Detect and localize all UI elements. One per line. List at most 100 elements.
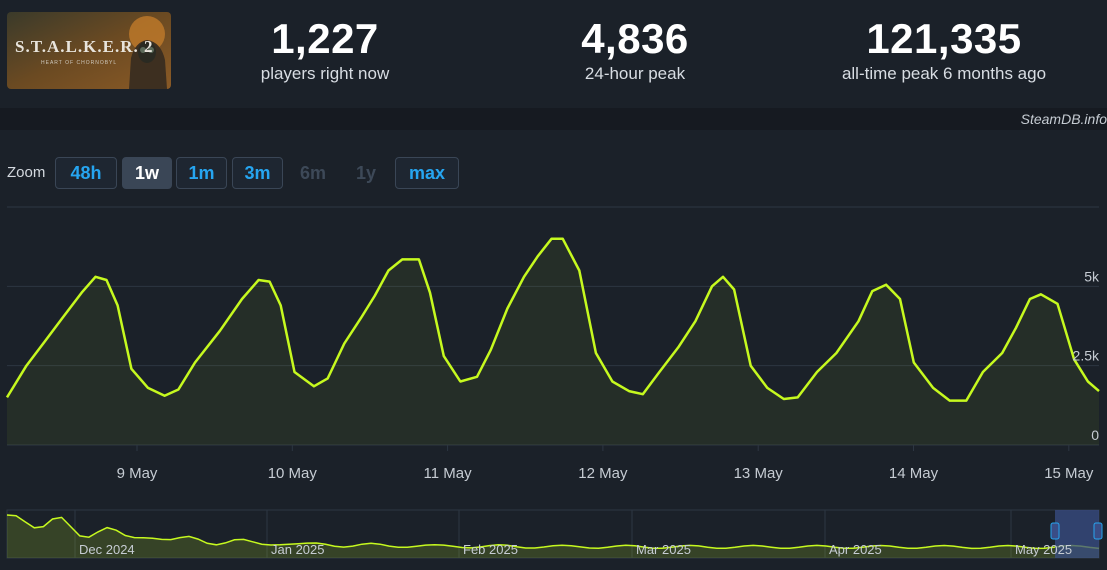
stats-header: S.T.A.L.K.E.R. 2 HEART OF CHORNOBYL 1,22… bbox=[0, 0, 1107, 104]
stat-label: players right now bbox=[260, 64, 390, 83]
data-point bbox=[417, 257, 421, 261]
zoom-max-button[interactable]: max bbox=[395, 157, 459, 189]
data-point bbox=[442, 354, 446, 358]
data-point bbox=[1097, 389, 1101, 393]
data-point bbox=[536, 254, 540, 258]
data-point bbox=[400, 257, 404, 261]
data-point bbox=[931, 386, 935, 390]
player-count-chart[interactable]: 0 2.5k 5k 9 May 10 May 11 May 12 May 13 May 14 … bbox=[0, 195, 1107, 490]
data-point bbox=[1086, 380, 1090, 384]
data-point bbox=[577, 269, 581, 273]
y-tick-label: 2.5k bbox=[1073, 348, 1100, 364]
x-tick-label: 11 May bbox=[424, 465, 473, 482]
stat-value: 121,335 bbox=[866, 15, 1022, 62]
stat-label: all-time peak 6 months ago bbox=[841, 64, 1047, 83]
data-point bbox=[505, 307, 509, 311]
zoom-label: Zoom bbox=[7, 164, 46, 181]
data-point bbox=[44, 338, 48, 342]
data-point bbox=[870, 289, 874, 293]
data-point bbox=[24, 364, 28, 368]
zoom-6m-button: 6m bbox=[299, 163, 326, 183]
x-tick-label: 12 May bbox=[578, 465, 628, 482]
stat-value: 4,836 bbox=[581, 15, 689, 62]
navigator-label: Feb 2025 bbox=[463, 542, 518, 557]
data-point bbox=[550, 237, 554, 241]
game-cover-art: S.T.A.L.K.E.R. 2 HEART OF CHORNOBYL bbox=[7, 12, 171, 89]
game-cover-image[interactable]: S.T.A.L.K.E.R. 2 HEART OF CHORNOBYL bbox=[7, 12, 171, 89]
data-point bbox=[1014, 326, 1018, 330]
navigator-handle-left[interactable] bbox=[1050, 522, 1060, 540]
stat-label: 24-hour peak bbox=[584, 64, 686, 83]
data-point bbox=[522, 275, 526, 279]
data-point bbox=[627, 389, 631, 393]
navigator-chart[interactable]: Dec 2024 Jan 2025 Feb 2025 Mar 2025 Apr 2025… bbox=[0, 506, 1107, 570]
data-point bbox=[721, 275, 725, 279]
data-point bbox=[765, 386, 769, 390]
data-point bbox=[293, 370, 297, 374]
y-tick-label: 5k bbox=[1084, 268, 1100, 284]
data-point bbox=[116, 303, 120, 307]
navigator-label: Jan 2025 bbox=[271, 542, 325, 557]
data-point bbox=[898, 297, 902, 301]
stat-value: 1,227 bbox=[271, 15, 379, 62]
zoom-48h-button[interactable]: 48h bbox=[55, 157, 117, 189]
data-point bbox=[1028, 297, 1032, 301]
x-tick-label: 15 May bbox=[1044, 465, 1094, 482]
data-point bbox=[782, 397, 786, 401]
data-point bbox=[105, 278, 109, 282]
x-axis-ticks: 9 May 10 May 11 May 12 May 13 May 14 May 15 Ma… bbox=[117, 445, 1094, 482]
navigator-handle-right[interactable] bbox=[1093, 522, 1103, 540]
navigator-label: Apr 2025 bbox=[829, 542, 882, 557]
logo-text: S.T.A.L.K.E.R. 2 bbox=[15, 37, 154, 56]
chart-credit-band bbox=[0, 108, 1107, 130]
data-point bbox=[193, 361, 197, 365]
data-point bbox=[146, 386, 150, 390]
x-tick-label: 9 May bbox=[117, 465, 158, 482]
navigator-label: May 2025 bbox=[1015, 542, 1072, 557]
data-point bbox=[458, 380, 462, 384]
data-point bbox=[1039, 292, 1043, 296]
data-point bbox=[475, 375, 479, 379]
data-point bbox=[387, 269, 391, 273]
data-point bbox=[240, 297, 244, 301]
data-point bbox=[594, 351, 598, 355]
navigator-label: Mar 2025 bbox=[636, 542, 691, 557]
data-point bbox=[176, 388, 180, 392]
data-point bbox=[268, 280, 272, 284]
data-point bbox=[964, 399, 968, 403]
y-tick-label: 0 bbox=[1091, 427, 1099, 443]
zoom-1y-button: 1y bbox=[355, 163, 377, 183]
data-point bbox=[1056, 302, 1060, 306]
steamdb-credit[interactable]: SteamDB.info bbox=[1021, 111, 1107, 127]
data-point bbox=[732, 288, 736, 292]
data-point bbox=[657, 370, 661, 374]
data-point bbox=[948, 399, 952, 403]
zoom-1m-button[interactable]: 1m bbox=[176, 157, 227, 189]
zoom-1w-button[interactable]: 1w bbox=[122, 157, 172, 189]
data-point bbox=[279, 303, 283, 307]
stat-current-players: 1,227 players right now bbox=[175, 14, 475, 86]
data-point bbox=[561, 237, 565, 241]
data-point bbox=[1000, 351, 1004, 355]
data-point bbox=[218, 329, 222, 333]
data-point bbox=[693, 319, 697, 323]
data-point bbox=[326, 376, 330, 380]
zoom-3m-button[interactable]: 3m bbox=[232, 157, 283, 189]
x-tick-label: 13 May bbox=[734, 465, 784, 482]
series-area-fill bbox=[7, 238, 1099, 445]
data-point bbox=[359, 316, 363, 320]
data-point bbox=[796, 395, 800, 399]
data-point bbox=[163, 394, 167, 398]
logo-subtext: HEART OF CHORNOBYL bbox=[41, 60, 117, 66]
data-point bbox=[94, 275, 98, 279]
data-point bbox=[834, 351, 838, 355]
x-tick-label: 10 May bbox=[268, 465, 318, 482]
data-point bbox=[884, 283, 888, 287]
data-point bbox=[641, 392, 645, 396]
data-point bbox=[981, 370, 985, 374]
data-point bbox=[428, 291, 432, 295]
data-point bbox=[857, 319, 861, 323]
x-tick-label: 14 May bbox=[889, 465, 939, 482]
stat-24h-peak: 4,836 24-hour peak bbox=[485, 14, 785, 86]
data-point bbox=[342, 342, 346, 346]
